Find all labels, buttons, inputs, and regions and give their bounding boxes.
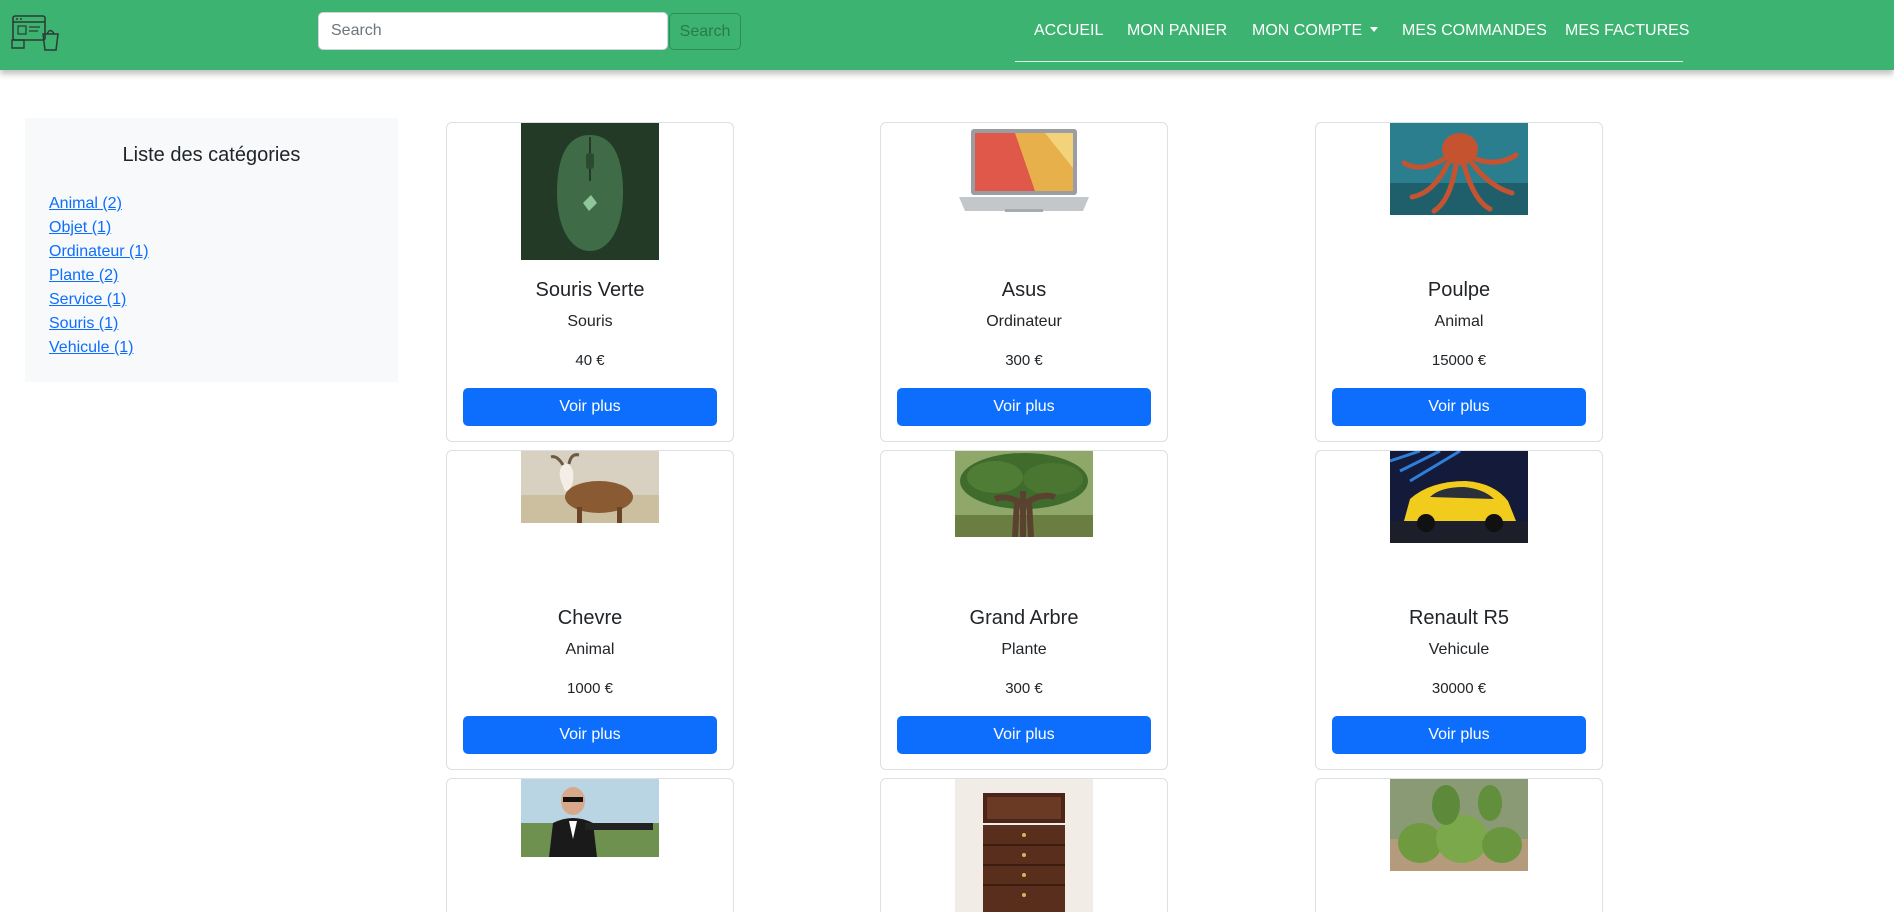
- voir-plus-button[interactable]: Voir plus: [1332, 388, 1586, 426]
- voir-plus-button[interactable]: Voir plus: [463, 388, 717, 426]
- product-title: Grand Arbre: [969, 607, 1079, 629]
- product-card: Chevre Animal 1000 € Voir plus: [446, 450, 734, 770]
- category-item: Service (1): [49, 288, 149, 312]
- product-price: 300 €: [1005, 352, 1043, 369]
- nav-link-accueil[interactable]: ACCUEIL: [1034, 22, 1103, 40]
- nav-menu: ACCUEIL MON PANIER MON COMPTE MES COMMAN…: [1015, 0, 1689, 62]
- product-image-mouse[interactable]: [521, 123, 659, 260]
- product-title: Renault R5: [1408, 607, 1510, 629]
- category-link-plante[interactable]: Plante (2): [49, 267, 118, 284]
- product-image-tree[interactable]: [955, 451, 1093, 537]
- category-item: Ordinateur (1): [49, 240, 149, 264]
- product-category: Animal: [1434, 313, 1484, 330]
- product-image-octopus[interactable]: [1390, 123, 1528, 215]
- category-link-animal[interactable]: Animal (2): [49, 195, 122, 212]
- category-sidebar: Liste des catégories Animal (2) Objet (1…: [25, 118, 398, 382]
- category-link-objet[interactable]: Objet (1): [49, 219, 111, 236]
- product-card: [1315, 778, 1603, 912]
- product-price: 40 €: [575, 352, 605, 369]
- category-link-service[interactable]: Service (1): [49, 291, 126, 308]
- product-card: Renault R5 Vehicule 30000 € Voir plus: [1315, 450, 1603, 770]
- nav-link-mes-factures[interactable]: MES FACTURES: [1565, 22, 1689, 40]
- voir-plus-button[interactable]: Voir plus: [897, 716, 1151, 754]
- nav-link-mon-panier[interactable]: MON PANIER: [1127, 22, 1227, 40]
- product-price: 1000 €: [567, 680, 613, 697]
- category-link-ordinateur[interactable]: Ordinateur (1): [49, 243, 149, 260]
- product-title: Chevre: [557, 607, 623, 629]
- product-price: 30000 €: [1431, 680, 1487, 697]
- category-item: Vehicule (1): [49, 336, 149, 360]
- product-category: Animal: [565, 641, 615, 658]
- product-title: Asus: [1001, 279, 1047, 301]
- voir-plus-button[interactable]: Voir plus: [463, 716, 717, 754]
- category-link-souris[interactable]: Souris (1): [49, 315, 118, 332]
- category-item: Plante (2): [49, 264, 149, 288]
- chevron-down-icon: [1370, 27, 1379, 32]
- nav-link-mon-compte[interactable]: MON COMPTE: [1252, 22, 1379, 40]
- product-price: 15000 €: [1431, 352, 1487, 369]
- product-image-agent[interactable]: [521, 779, 659, 857]
- product-card: Souris Verte Souris 40 € Voir plus: [446, 122, 734, 442]
- product-category: Souris: [567, 313, 613, 330]
- category-item: Animal (2): [49, 192, 149, 216]
- product-card: Asus Ordinateur 300 € Voir plus: [880, 122, 1168, 442]
- product-image-laptop[interactable]: [955, 123, 1093, 219]
- product-price: 300 €: [1005, 680, 1043, 697]
- product-title: Souris Verte: [535, 279, 645, 301]
- product-card: Grand Arbre Plante 300 € Voir plus: [880, 450, 1168, 770]
- nav-link-mon-compte-label: MON COMPTE: [1252, 22, 1363, 39]
- product-category: Ordinateur: [986, 313, 1062, 330]
- product-image-jewelry-box[interactable]: [955, 779, 1093, 912]
- sidebar-title: Liste des catégories: [122, 144, 301, 166]
- product-title: Poulpe: [1427, 279, 1491, 301]
- product-category: Plante: [1001, 641, 1047, 658]
- navbar: Search ACCUEIL MON PANIER MON COMPTE MES…: [0, 0, 1894, 70]
- shop-logo-icon[interactable]: [10, 12, 62, 52]
- product-image-cactus[interactable]: [1390, 779, 1528, 871]
- category-item: Objet (1): [49, 216, 149, 240]
- search-input[interactable]: [318, 12, 668, 50]
- category-item: Souris (1): [49, 312, 149, 336]
- product-image-car[interactable]: [1390, 451, 1528, 543]
- category-list: Animal (2) Objet (1) Ordinateur (1) Plan…: [49, 192, 149, 360]
- voir-plus-button[interactable]: Voir plus: [1332, 716, 1586, 754]
- voir-plus-button[interactable]: Voir plus: [897, 388, 1151, 426]
- product-card: [880, 778, 1168, 912]
- product-card: [446, 778, 734, 912]
- product-card: Poulpe Animal 15000 € Voir plus: [1315, 122, 1603, 442]
- product-category: Vehicule: [1428, 641, 1490, 658]
- category-link-vehicule[interactable]: Vehicule (1): [49, 339, 134, 356]
- search-button[interactable]: Search: [669, 13, 741, 50]
- product-image-goat[interactable]: [521, 451, 659, 523]
- nav-link-mes-commandes[interactable]: MES COMMANDES: [1402, 22, 1547, 40]
